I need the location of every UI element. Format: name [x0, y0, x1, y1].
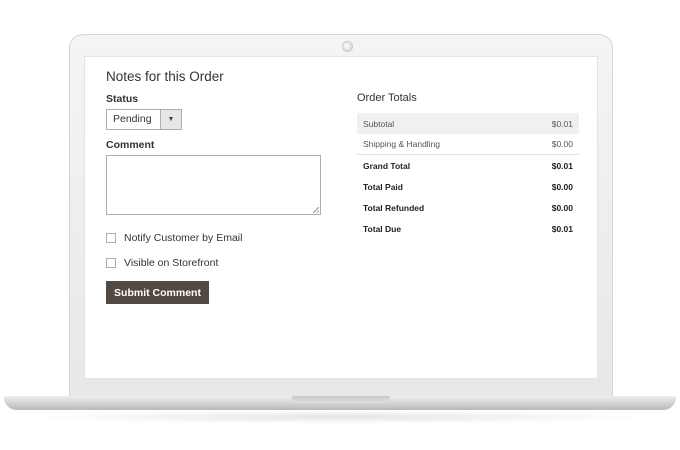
notes-title: Notes for this Order: [106, 69, 224, 84]
totals-row-grand-total: Grand Total $0.01: [357, 155, 579, 176]
totals-row-value: $0.01: [551, 160, 573, 171]
totals-row-total-paid: Total Paid $0.00: [357, 176, 579, 197]
notify-customer-row[interactable]: Notify Customer by Email: [106, 231, 346, 245]
totals-row-label: Total Paid: [363, 181, 403, 192]
visible-storefront-checkbox[interactable]: [106, 258, 116, 268]
totals-row-value: $0.00: [551, 202, 573, 213]
totals-row-label: Total Refunded: [363, 202, 425, 213]
camera-icon: [342, 41, 353, 52]
totals-row-value: $0.00: [551, 139, 573, 149]
visible-storefront-row[interactable]: Visible on Storefront: [106, 256, 346, 270]
notify-customer-label: Notify Customer by Email: [124, 232, 243, 244]
laptop-shadow: [20, 410, 660, 424]
visible-storefront-label: Visible on Storefront: [124, 257, 219, 269]
submit-comment-button[interactable]: Submit Comment: [106, 281, 209, 304]
order-notes-section: Notes for this Order Status Pending ▼ Co…: [106, 69, 346, 304]
totals-row-label: Subtotal: [363, 118, 395, 129]
laptop-screen: Notes for this Order Status Pending ▼ Co…: [84, 56, 598, 379]
laptop-mockup: Notes for this Order Status Pending ▼ Co…: [0, 0, 680, 450]
laptop-notch: [292, 396, 390, 403]
totals-row-label: Grand Total: [363, 160, 411, 171]
totals-row-total-due: Total Due $0.01: [357, 218, 579, 239]
status-select-value: Pending: [113, 113, 152, 125]
totals-row-value: $0.01: [551, 118, 573, 129]
totals-row-label: Total Due: [363, 223, 402, 234]
totals-row-total-refunded: Total Refunded $0.00: [357, 197, 579, 218]
resize-grip-icon[interactable]: [313, 207, 319, 213]
laptop-lid: Notes for this Order Status Pending ▼ Co…: [69, 34, 613, 398]
totals-row-label: Shipping & Handling: [363, 139, 441, 149]
status-label: Status: [106, 93, 139, 105]
laptop-base: [4, 396, 676, 410]
order-totals-section: Order Totals Subtotal $0.01 Shipping & H…: [357, 92, 579, 239]
totals-row-subtotal: Subtotal $0.01: [357, 113, 579, 134]
totals-title: Order Totals: [357, 92, 417, 104]
totals-row-value: $0.01: [551, 223, 573, 234]
notify-customer-checkbox[interactable]: [106, 233, 116, 243]
comment-textarea[interactable]: [106, 155, 321, 215]
caret-down-icon[interactable]: ▼: [160, 110, 181, 129]
totals-row-value: $0.00: [551, 181, 573, 192]
totals-row-shipping: Shipping & Handling $0.00: [357, 134, 579, 155]
comment-label: Comment: [106, 139, 155, 151]
status-select[interactable]: Pending ▼: [106, 109, 182, 130]
